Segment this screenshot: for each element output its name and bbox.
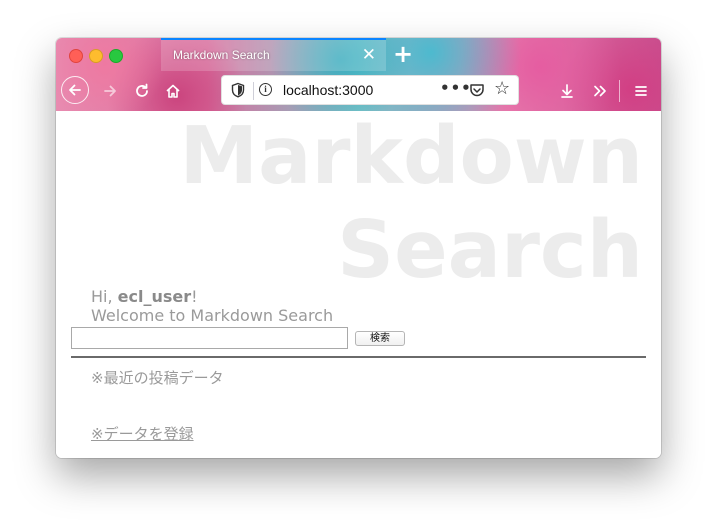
url-text[interactable]: localhost:3000 [283, 82, 373, 98]
reload-icon [136, 83, 148, 97]
register-data-link[interactable]: ※データを登録 [91, 423, 194, 444]
new-tab-button[interactable]: + [393, 41, 413, 67]
greeting: Hi, ecl_user! [91, 287, 198, 306]
info-icon[interactable]: i [259, 83, 272, 96]
username: ecl_user [117, 287, 192, 306]
pocket-icon[interactable] [469, 82, 485, 98]
recent-posts-heading: ※最近の投稿データ [91, 369, 224, 387]
chevron-double-right-icon [594, 85, 606, 97]
download-button[interactable] [554, 78, 580, 104]
tab-close-icon[interactable]: ✕ [362, 45, 376, 65]
background-title-line-2: Search [337, 204, 643, 296]
tracking-shield-icon[interactable] [230, 82, 246, 98]
star-icon[interactable]: ☆ [494, 80, 510, 98]
browser-toolbar: Markdown Search ✕ + i localhost:3000 •••… [56, 38, 661, 111]
reload-button[interactable] [129, 78, 155, 104]
search-button[interactable]: 検索 [355, 331, 405, 346]
arrow-right-icon [104, 85, 116, 97]
close-window-button[interactable] [69, 49, 83, 63]
welcome-message: Welcome to Markdown Search [91, 306, 334, 325]
download-icon [561, 84, 573, 98]
search-input[interactable] [71, 327, 348, 349]
greeting-suffix: ! [191, 287, 198, 306]
home-button[interactable] [160, 78, 186, 104]
arrow-left-icon [69, 84, 81, 96]
overflow-menu-button[interactable] [587, 78, 613, 104]
tab-markdown-search[interactable]: Markdown Search ✕ [161, 38, 386, 71]
app-menu-button[interactable] [628, 78, 654, 104]
maximize-window-button[interactable] [109, 49, 123, 63]
url-separator [253, 82, 254, 100]
browser-window: Markdown Search ✕ + i localhost:3000 •••… [56, 38, 661, 458]
back-button[interactable] [61, 76, 89, 104]
forward-button[interactable] [97, 78, 123, 104]
address-bar[interactable]: i localhost:3000 ••• ☆ [221, 75, 519, 105]
background-title: Markdown Search [180, 109, 643, 297]
tab-title: Markdown Search [173, 48, 270, 62]
page-content: Markdown Search Hi, ecl_user! Welcome to… [56, 109, 661, 458]
greeting-prefix: Hi, [91, 287, 118, 306]
background-title-line-1: Markdown [179, 110, 643, 202]
divider [71, 356, 646, 358]
toolbar-separator [619, 80, 620, 102]
minimize-window-button[interactable] [89, 49, 103, 63]
home-icon [166, 84, 180, 98]
page-actions-icon[interactable]: ••• [440, 79, 472, 97]
hamburger-menu-icon [635, 86, 647, 96]
